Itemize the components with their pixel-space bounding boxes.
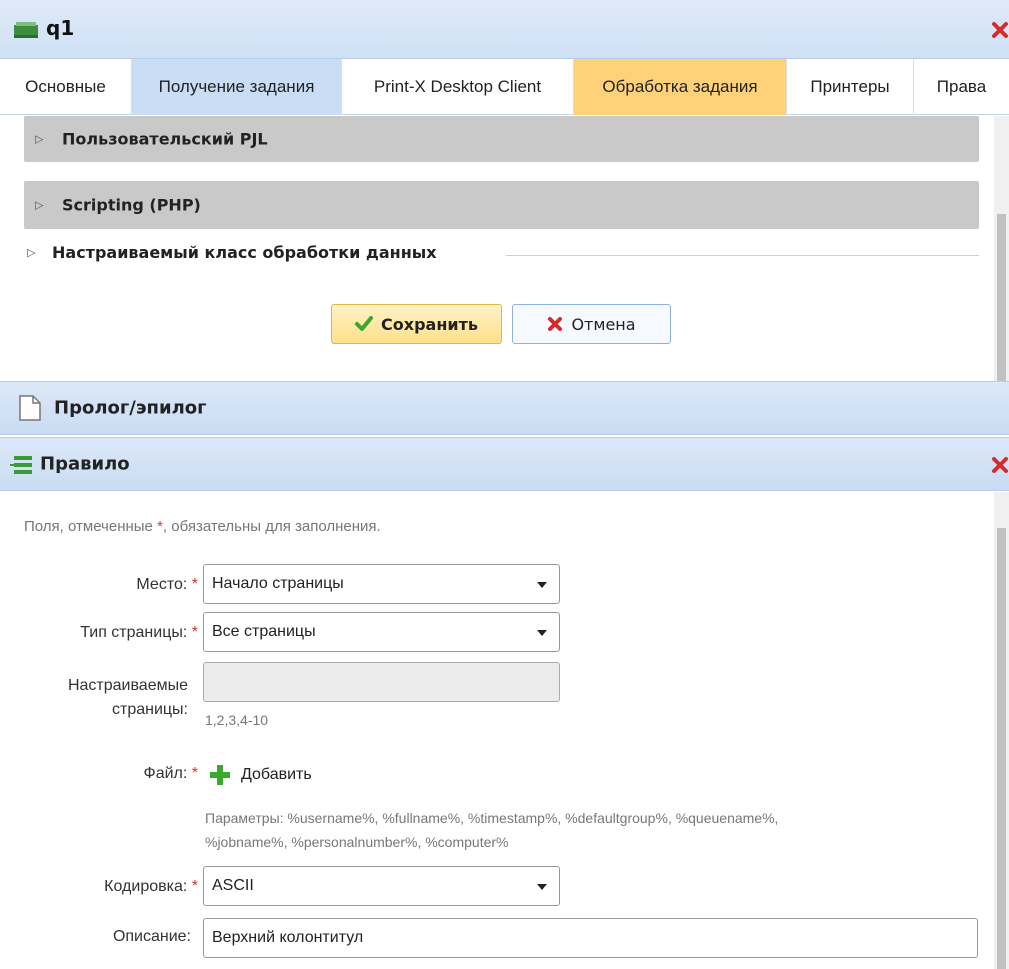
plus-icon <box>210 765 230 785</box>
rule-icon <box>10 456 32 474</box>
chevron-down-icon <box>537 630 547 636</box>
place-label: Место: * <box>136 576 198 593</box>
custom-pages-hint: 1,2,3,4-10 <box>205 712 269 728</box>
tab-bar: Основные Получение задания Print-X Deskt… <box>0 59 1009 115</box>
custom-pages-label: Настраиваемые страницы: <box>67 677 188 718</box>
page-type-select[interactable]: Все страницы <box>203 612 560 652</box>
page-type-label: Тип страницы: * <box>80 624 198 641</box>
queue-icon <box>14 22 38 38</box>
tab-desktop-client[interactable]: Print-X Desktop Client <box>342 59 574 115</box>
lower-scrollbar-thumb[interactable] <box>997 528 1006 969</box>
section-scripting[interactable]: ▷ Scripting (PHP) <box>24 181 979 229</box>
section-custom-class[interactable]: ▷ Настраиваемый класс обработки данных <box>24 242 979 268</box>
chevron-down-icon <box>537 582 547 588</box>
tab-job-receipt[interactable]: Получение задания <box>132 59 342 115</box>
close-icon[interactable] <box>991 456 1009 474</box>
cancel-x-icon <box>548 317 563 331</box>
close-icon[interactable] <box>991 21 1009 39</box>
window-title: q1 <box>46 16 75 40</box>
prolog-panel-header[interactable]: Пролог/эпилог <box>0 381 1009 435</box>
upper-scrollbar-thumb[interactable] <box>997 214 1006 400</box>
required-fields-note: Поля, отмеченные *, обязательны для запо… <box>24 518 381 535</box>
cancel-button[interactable]: Отмена <box>512 304 671 344</box>
add-file-button[interactable]: Добавить <box>209 762 312 788</box>
window-titlebar: q1 <box>0 0 1009 59</box>
lower-scrollbar[interactable] <box>994 492 1009 969</box>
file-label: Файл: * <box>143 765 198 782</box>
tab-job-processing[interactable]: Обработка задания <box>574 59 787 115</box>
tab-rights[interactable]: Права <box>914 59 1009 115</box>
rule-panel-header: Правило <box>0 437 1009 491</box>
encoding-label: Кодировка: * <box>104 878 198 895</box>
place-select[interactable]: Начало страницы <box>203 564 560 604</box>
expand-triangle-icon: ▷ <box>27 246 36 259</box>
description-input[interactable]: Верхний колонтитул <box>203 918 978 958</box>
expand-triangle-icon: ▷ <box>35 132 44 146</box>
section-custom-pjl[interactable]: ▷ Пользовательский PJL <box>24 116 979 162</box>
expand-triangle-icon: ▷ <box>35 198 44 212</box>
fieldset-divider <box>506 255 979 256</box>
check-icon <box>355 316 374 331</box>
tab-printers[interactable]: Принтеры <box>787 59 914 115</box>
custom-pages-input[interactable] <box>203 662 560 702</box>
description-label: Описание: <box>112 928 191 945</box>
document-icon <box>19 395 41 421</box>
encoding-select[interactable]: ASCII <box>203 866 560 906</box>
tab-general[interactable]: Основные <box>0 59 132 115</box>
save-button[interactable]: Сохранить <box>331 304 502 344</box>
chevron-down-icon <box>537 884 547 890</box>
file-params-hint: Параметры: %username%, %fullname%, %time… <box>205 810 779 850</box>
